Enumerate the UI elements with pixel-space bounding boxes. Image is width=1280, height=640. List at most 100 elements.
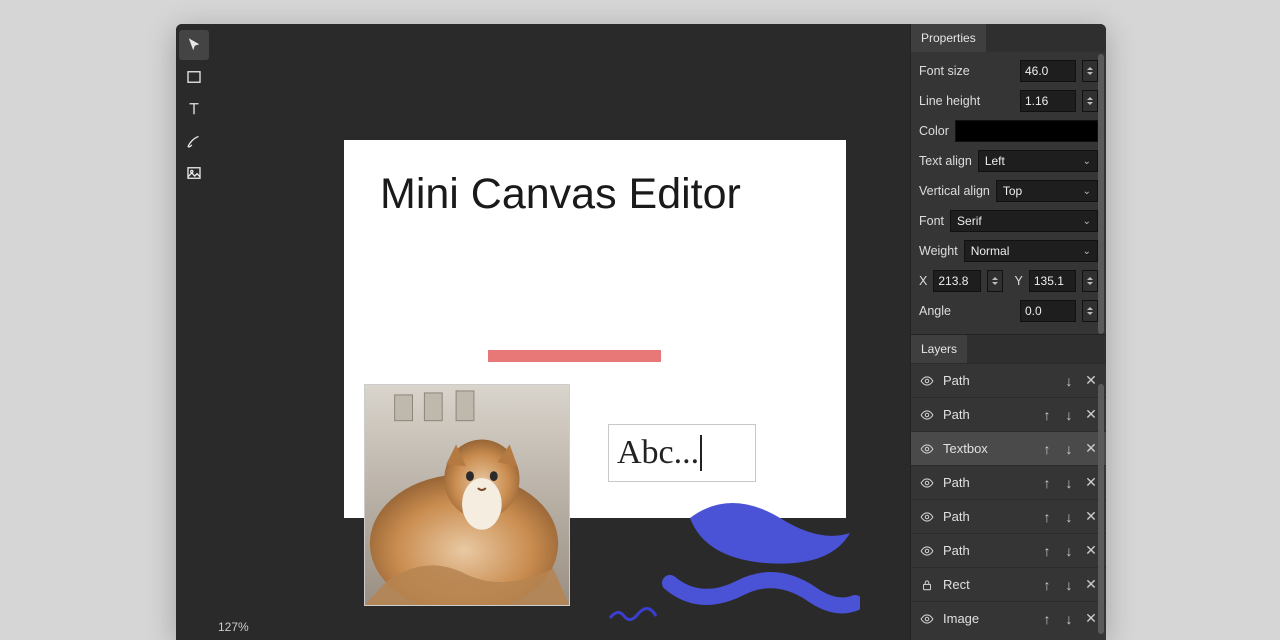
layer-move-up[interactable]: ↑ [1040, 475, 1054, 491]
canvas-title-text: Mini Canvas Editor [380, 170, 741, 219]
input-x[interactable]: 213.8 [933, 270, 980, 292]
layer-row[interactable]: Image ↑ ↓ ✕ [911, 601, 1106, 635]
canvas-underline-rect [488, 350, 661, 362]
chevron-down-icon: ⌄ [1083, 246, 1091, 257]
select-vertical-align[interactable]: Top⌄ [996, 180, 1098, 202]
canvas-brush-paths [600, 488, 860, 638]
layer-move-up[interactable]: ↑ [1040, 543, 1054, 559]
canvas[interactable]: Mini Canvas Editor [344, 140, 846, 518]
tool-brush[interactable] [179, 126, 209, 156]
select-font-value: Serif [957, 214, 982, 228]
layer-row[interactable]: Path ↑ ↓ ✕ [911, 465, 1106, 499]
layer-name: Path [943, 543, 970, 558]
layer-move-down[interactable]: ↓ [1062, 475, 1076, 491]
input-font-size[interactable]: 46.0 [1020, 60, 1076, 82]
eye-icon[interactable] [919, 509, 935, 525]
layer-delete[interactable]: ✕ [1084, 440, 1098, 457]
eye-icon[interactable] [919, 611, 935, 627]
spinner-y[interactable] [1082, 270, 1098, 292]
input-line-height[interactable]: 1.16 [1020, 90, 1076, 112]
text-caret [700, 435, 702, 471]
layer-move-up[interactable]: ↑ [1040, 407, 1054, 423]
select-weight[interactable]: Normal ⌄ [964, 240, 1098, 262]
layer-delete[interactable]: ✕ [1084, 508, 1098, 525]
layer-delete[interactable]: ✕ [1084, 406, 1098, 423]
tool-image[interactable] [179, 158, 209, 188]
layer-list: Path↓✕Path↑↓✕Textbox↑↓✕Path↑↓✕Path↑↓✕Pat… [911, 363, 1106, 635]
canvas-textbox[interactable]: Abc... [608, 424, 756, 482]
layer-row[interactable]: Rect ↑ ↓ ✕ [911, 567, 1106, 601]
label-text-align: Text align [919, 154, 972, 168]
layer-row[interactable]: Path ↑ ↓ ✕ [911, 397, 1106, 431]
layer-move-up[interactable]: ↑ [1040, 577, 1054, 593]
layer-name: Path [943, 509, 970, 524]
layer-move-down[interactable]: ↓ [1062, 543, 1076, 559]
select-vertical-align-value: Top [1003, 184, 1022, 198]
layers-tabs: Layers [911, 335, 1106, 363]
app-window: Mini Canvas Editor [176, 24, 1106, 640]
label-angle: Angle [919, 304, 951, 318]
lock-icon[interactable] [919, 577, 935, 593]
label-weight: Weight [919, 244, 958, 258]
label-vertical-align: Vertical align [919, 184, 990, 198]
canvas-image[interactable] [364, 384, 570, 606]
tool-cursor[interactable] [179, 30, 209, 60]
label-font-size: Font size [919, 64, 970, 78]
layer-name: Path [943, 407, 970, 422]
layers-scrollbar[interactable] [1098, 384, 1104, 634]
layer-row[interactable]: Path ↑ ↓ ✕ [911, 499, 1106, 533]
layer-move-down[interactable]: ↓ [1062, 407, 1076, 423]
layer-name: Path [943, 475, 970, 490]
spinner-line-height[interactable] [1082, 90, 1098, 112]
layer-move-down[interactable]: ↓ [1062, 373, 1076, 389]
layer-move-up[interactable]: ↑ [1040, 509, 1054, 525]
canvas-area[interactable]: Mini Canvas Editor [212, 24, 910, 640]
layer-delete[interactable]: ✕ [1084, 372, 1098, 389]
layer-move-up[interactable]: ↑ [1040, 611, 1054, 627]
layer-move-down[interactable]: ↓ [1062, 577, 1076, 593]
spinner-font-size[interactable] [1082, 60, 1098, 82]
layer-name: Path [943, 373, 970, 388]
tool-text[interactable] [179, 94, 209, 124]
input-angle[interactable]: 0.0 [1020, 300, 1076, 322]
layer-delete[interactable]: ✕ [1084, 610, 1098, 627]
layer-delete[interactable]: ✕ [1084, 576, 1098, 593]
tool-rect[interactable] [179, 62, 209, 92]
layer-row[interactable]: Path ↓ ✕ [911, 363, 1106, 397]
eye-icon[interactable] [919, 543, 935, 559]
properties-tabs: Properties [911, 24, 1106, 52]
layers-panel: Layers Path↓✕Path↑↓✕Textbox↑↓✕Path↑↓✕Pat… [911, 334, 1106, 635]
label-y: Y [1015, 274, 1023, 288]
input-y[interactable]: 135.1 [1029, 270, 1076, 292]
color-swatch[interactable] [955, 120, 1098, 142]
layer-move-down[interactable]: ↓ [1062, 509, 1076, 525]
eye-icon[interactable] [919, 441, 935, 457]
tab-properties[interactable]: Properties [911, 24, 986, 52]
layer-move-down[interactable]: ↓ [1062, 611, 1076, 627]
properties-panel: Font size 46.0 Line height 1.16 Color Te… [911, 52, 1106, 334]
eye-icon[interactable] [919, 373, 935, 389]
layer-name: Image [943, 611, 979, 626]
select-weight-value: Normal [971, 244, 1010, 258]
eye-icon[interactable] [919, 407, 935, 423]
layer-move-up[interactable]: ↑ [1040, 441, 1054, 457]
layer-row[interactable]: Path ↑ ↓ ✕ [911, 533, 1106, 567]
layer-delete[interactable]: ✕ [1084, 474, 1098, 491]
zoom-level: 127% [218, 620, 249, 634]
select-text-align[interactable]: Left⌄ [978, 150, 1098, 172]
label-color: Color [919, 124, 949, 138]
tab-layers[interactable]: Layers [911, 335, 967, 363]
right-panel: Properties Font size 46.0 Line height 1.… [910, 24, 1106, 640]
layer-name: Textbox [943, 441, 988, 456]
eye-icon[interactable] [919, 475, 935, 491]
chevron-down-icon: ⌄ [1083, 156, 1091, 167]
layer-row[interactable]: Textbox ↑ ↓ ✕ [911, 431, 1106, 465]
layer-delete[interactable]: ✕ [1084, 542, 1098, 559]
spinner-angle[interactable] [1082, 300, 1098, 322]
spinner-x[interactable] [987, 270, 1003, 292]
layer-name: Rect [943, 577, 970, 592]
label-x: X [919, 274, 927, 288]
layer-move-down[interactable]: ↓ [1062, 441, 1076, 457]
toolbar [176, 24, 212, 640]
select-font[interactable]: Serif⌄ [950, 210, 1098, 232]
